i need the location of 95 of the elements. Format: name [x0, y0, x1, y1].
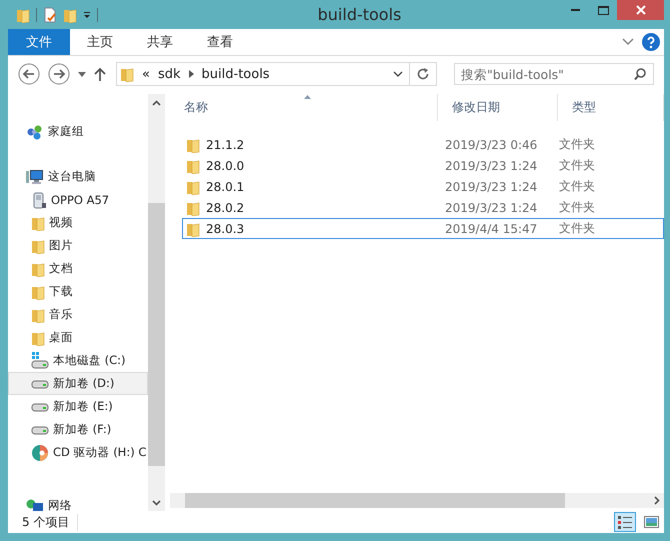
network-icon: [26, 498, 44, 511]
file-type: 文件夹: [559, 178, 596, 195]
ribbon-tab[interactable]: 文件: [8, 29, 70, 55]
address-bar[interactable]: « sdk build-tools: [116, 62, 437, 86]
modified-date: 2019/4/4 15:47: [444, 222, 538, 236]
nav-item[interactable]: OPPO A57: [8, 188, 148, 211]
close-button[interactable]: [617, 0, 664, 20]
chevron-down-icon: [393, 71, 403, 77]
details-view-button[interactable]: [614, 512, 636, 532]
breadcrumb[interactable]: sdk: [158, 66, 181, 82]
file-name: 28.0.3: [206, 222, 244, 236]
nav-item[interactable]: 桌面: [8, 326, 148, 349]
chevron-right-icon: [654, 496, 660, 505]
breadcrumb[interactable]: build-tools: [202, 66, 270, 82]
help-icon[interactable]: [642, 33, 660, 51]
nav-item[interactable]: 音乐: [8, 303, 148, 326]
details-view-icon: [618, 514, 632, 530]
column-header[interactable]: 类型: [558, 94, 664, 121]
search-field[interactable]: 搜索"build-tools": [454, 63, 654, 85]
folder-icon: [31, 214, 45, 230]
nav-item[interactable]: 视频: [8, 211, 148, 234]
computer-icon: [26, 168, 44, 184]
folder-icon: [31, 260, 45, 276]
column-header[interactable]: 修改日期: [438, 94, 558, 121]
file-name: 21.1.2: [206, 138, 244, 152]
folder-icon: [186, 178, 200, 194]
refresh-icon: [417, 68, 429, 80]
nav-item[interactable]: 下载: [8, 280, 148, 303]
nav-item[interactable]: 本地磁盘 (C:): [8, 349, 148, 372]
scrollbar[interactable]: [148, 94, 165, 511]
nav-item[interactable]: 网络: [8, 494, 148, 511]
chevron-up-icon: [152, 100, 161, 106]
file-name: 28.0.1: [206, 180, 244, 194]
modified-date: 2019/3/23 1:24: [444, 200, 538, 214]
properties-icon[interactable]: [43, 6, 57, 22]
dropdown-icon[interactable]: [78, 72, 86, 76]
file-type: 文件夹: [559, 220, 596, 237]
file-name: 28.0.2: [206, 200, 244, 214]
folder-icon: [31, 238, 45, 254]
drive-icon: [31, 378, 49, 390]
nav-item[interactable]: CD 驱动器 (H:) C: [8, 441, 148, 464]
file-row[interactable]: 28.0.1 2019/3/23 1:24 文件夹: [182, 176, 664, 197]
folder-icon: [186, 158, 200, 174]
nav-item[interactable]: 这台电脑: [8, 165, 148, 188]
up-arrow-icon[interactable]: [94, 67, 106, 81]
nav-item[interactable]: 图片: [8, 234, 148, 257]
folder-icon: [31, 284, 45, 300]
folder-icon: [31, 306, 45, 322]
ribbon-tab[interactable]: 查看: [190, 29, 250, 55]
file-row[interactable]: 28.0.2 2019/3/23 1:24 文件夹: [182, 197, 664, 218]
chevron-right-icon: [188, 70, 194, 78]
maximize-icon: [598, 6, 608, 14]
folder-icon: [120, 66, 134, 82]
overflow-chevron[interactable]: «: [142, 66, 150, 82]
ribbon-tab[interactable]: 主页: [70, 29, 130, 55]
drive-icon: [31, 400, 49, 412]
chevron-down-icon[interactable]: [622, 38, 634, 46]
modified-date: 2019/3/23 1:24: [444, 180, 538, 194]
window-title: build-tools: [316, 5, 402, 24]
nav-item[interactable]: 新加卷 (F:): [8, 418, 148, 441]
search-icon: [634, 68, 646, 80]
folder-icon: [31, 330, 45, 346]
file-row[interactable]: 28.0.3 2019/4/4 15:47 文件夹: [182, 218, 664, 239]
drive-icon: [31, 424, 49, 436]
file-row[interactable]: 21.1.2 2019/3/23 0:46 文件夹: [182, 134, 664, 155]
nav-item[interactable]: 新加卷 (E:): [8, 395, 148, 418]
large-icons-view-icon: [644, 514, 658, 530]
file-row[interactable]: 28.0.0 2019/3/23 1:24 文件夹: [182, 155, 664, 176]
system-drive-icon: [31, 352, 49, 370]
minimize-icon: [570, 9, 580, 11]
nav-item[interactable]: 新加卷 (D:): [8, 372, 148, 395]
file-type: 文件夹: [559, 199, 596, 216]
file-name: 28.0.0: [206, 158, 244, 172]
ribbon-tab[interactable]: 共享: [130, 29, 190, 55]
homegroup-icon: [26, 124, 44, 140]
modified-date: 2019/3/23 1:24: [444, 158, 538, 172]
folder-icon: [186, 136, 200, 152]
dropdown-icon[interactable]: [83, 10, 91, 18]
nav-item[interactable]: 家庭组: [8, 120, 148, 143]
phone-icon: [31, 190, 47, 208]
column-header[interactable]: 名称: [170, 94, 438, 121]
modified-date: 2019/3/23 0:46: [444, 138, 538, 152]
back-icon[interactable]: [18, 63, 40, 85]
sort-arrow-icon: [304, 95, 311, 99]
disc-icon: [31, 444, 49, 462]
chevron-down-icon: [152, 500, 161, 506]
file-type: 文件夹: [559, 157, 596, 174]
nav-item[interactable]: 文档: [8, 257, 148, 280]
forward-icon[interactable]: [48, 63, 70, 85]
scrollbar[interactable]: [170, 493, 664, 508]
file-type: 文件夹: [559, 136, 596, 153]
folder-icon: [186, 220, 200, 236]
folder-icon: [186, 200, 200, 216]
close-icon: [636, 5, 646, 15]
item-count: 5 个项目: [22, 514, 78, 530]
